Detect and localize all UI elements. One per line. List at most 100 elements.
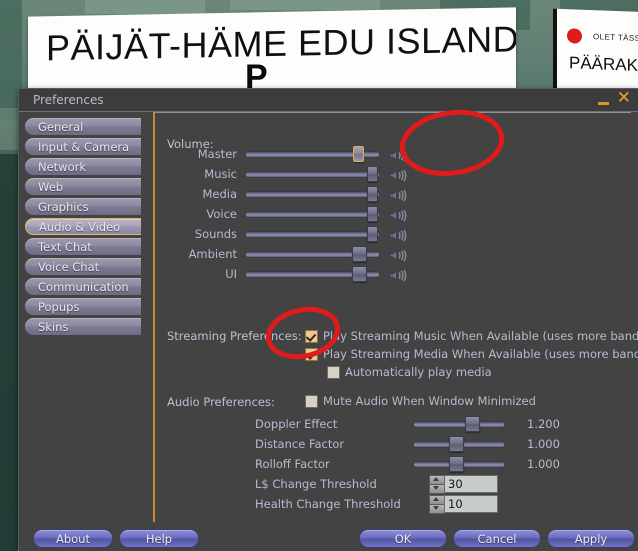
- sidebar-item-label: Text Chat: [38, 240, 92, 254]
- speaker-icon-ambient[interactable]: [389, 247, 407, 262]
- scene-path: [85, 0, 205, 14]
- speaker-icon-media[interactable]: [389, 187, 407, 202]
- audio-pref-value-1: 1.000: [527, 437, 560, 451]
- volume-label-ambient: Ambient: [188, 247, 237, 261]
- sidebar-item-skins[interactable]: Skins: [25, 318, 141, 335]
- sidebar-item-general[interactable]: General: [25, 118, 141, 135]
- volume-slider-media[interactable]: [245, 186, 380, 202]
- spinner-decrement-button[interactable]: [429, 484, 445, 494]
- window-footer: About Help OK Cancel Apply: [19, 523, 638, 551]
- scene-path: [0, 108, 20, 154]
- scene-path: [230, 0, 380, 10]
- close-icon[interactable]: ✕: [617, 90, 631, 107]
- spinner-decrement-button[interactable]: [429, 504, 445, 514]
- sidebar-item-label: Skins: [38, 320, 69, 334]
- you-are-here-label: OLET TÄSSÄ: [593, 32, 638, 44]
- slider-track: [413, 421, 505, 428]
- audio-pref-label-2: Rolloff Factor: [255, 457, 330, 471]
- cancel-button[interactable]: Cancel: [453, 529, 541, 548]
- speaker-icon-master[interactable]: [389, 147, 407, 162]
- spinner-input[interactable]: 30: [444, 475, 498, 493]
- apply-button[interactable]: Apply: [547, 529, 635, 548]
- volume-label-master: Master: [197, 147, 237, 161]
- slider-thumb[interactable]: [352, 246, 368, 262]
- audio-pref-slider-2[interactable]: [413, 456, 505, 472]
- slider-thumb[interactable]: [352, 266, 368, 282]
- audio-pref-slider-1[interactable]: [413, 436, 505, 452]
- streaming-option-0-label: Play Streaming Music When Available (use…: [323, 329, 638, 343]
- volume-label-media: Media: [202, 187, 237, 201]
- button-label: Help: [145, 532, 173, 546]
- slider-thumb[interactable]: [367, 166, 379, 182]
- slider-track: [245, 231, 380, 238]
- sidebar-item-text-chat[interactable]: Text Chat: [25, 238, 141, 255]
- speaker-icon-music[interactable]: [389, 167, 407, 182]
- volume-slider-voice[interactable]: [245, 206, 380, 222]
- mute-audio-when-minimized-checkbox[interactable]: [305, 395, 318, 408]
- streaming-section-label: Streaming Preferences:: [167, 329, 302, 343]
- slider-thumb[interactable]: [367, 206, 379, 222]
- building-name-label: PÄÄRAKEN: [569, 53, 638, 76]
- streaming-option-1-checkbox[interactable]: [305, 348, 318, 361]
- volume-label-voice: Voice: [206, 207, 237, 221]
- help-button[interactable]: Help: [119, 529, 199, 548]
- sidebar-item-voice-chat[interactable]: Voice Chat: [25, 258, 141, 275]
- speaker-icon-sounds[interactable]: [389, 227, 407, 242]
- sidebar-item-popups[interactable]: Popups: [25, 298, 141, 315]
- slider-thumb[interactable]: [367, 186, 379, 202]
- streaming-option-1-row[interactable]: Play Streaming Media When Available (use…: [305, 347, 638, 362]
- preferences-window: Preferences ✕ General Input & Camera Netwo…: [18, 88, 638, 551]
- slider-thumb[interactable]: [465, 416, 481, 432]
- button-label: About: [55, 532, 90, 546]
- sidebar-item-graphics[interactable]: Graphics: [25, 198, 141, 215]
- sidebar-item-communication[interactable]: Communication: [25, 278, 141, 295]
- island-name-sign-text: PÄIJÄT-HÄME EDU ISLAND: [46, 18, 516, 69]
- speaker-icon-voice[interactable]: [389, 207, 407, 222]
- slider-thumb[interactable]: [449, 436, 465, 452]
- audio-pref-value-0: 1.200: [527, 417, 560, 431]
- audio-video-panel: Volume: Master Music Media Voice Sounds Ambie…: [155, 112, 638, 524]
- sidebar-item-label: Audio & Video: [39, 220, 121, 234]
- sidebar-item-label: Input & Camera: [38, 140, 130, 154]
- spinner-0[interactable]: 30: [429, 475, 499, 494]
- volume-slider-ambient[interactable]: [245, 246, 380, 262]
- slider-thumb[interactable]: [367, 226, 379, 242]
- speaker-icon-ui[interactable]: [389, 267, 407, 282]
- slider-track: [245, 211, 380, 218]
- about-button[interactable]: About: [33, 529, 113, 548]
- sidebar-item-network[interactable]: Network: [25, 158, 141, 175]
- volume-label-sounds: Sounds: [194, 227, 237, 241]
- streaming-option-0-checkbox[interactable]: [305, 330, 318, 343]
- streaming-option-2-row[interactable]: Automatically play media: [327, 365, 638, 380]
- streaming-option-2-label: Automatically play media: [345, 365, 492, 379]
- volume-label-music: Music: [204, 167, 237, 181]
- slider-thumb[interactable]: [449, 456, 465, 472]
- sidebar-item-input-camera[interactable]: Input & Camera: [25, 138, 141, 155]
- audio-pref-label-0: Doppler Effect: [255, 417, 338, 431]
- volume-slider-music[interactable]: [245, 166, 380, 182]
- sidebar-item-web[interactable]: Web: [25, 178, 141, 195]
- streaming-option-2-checkbox[interactable]: [327, 366, 340, 379]
- spinner-value: 30: [448, 477, 463, 491]
- spinner-input[interactable]: 10: [444, 495, 498, 513]
- streaming-option-0-row[interactable]: Play Streaming Music When Available (use…: [305, 329, 638, 344]
- window-titlebar[interactable]: Preferences ✕: [19, 89, 638, 112]
- audio-pref-slider-0[interactable]: [413, 416, 505, 432]
- mute-audio-when-minimized-row[interactable]: Mute Audio When Window Minimized: [305, 394, 638, 409]
- location-marker-dot-icon: [567, 28, 582, 44]
- volume-slider-ui[interactable]: [245, 266, 380, 282]
- slider-thumb[interactable]: [353, 146, 365, 162]
- spinner-value: 10: [448, 497, 463, 511]
- button-label: OK: [394, 532, 412, 546]
- audio-pref-label-1: Distance Factor: [255, 437, 345, 451]
- sidebar-item-label: Web: [38, 180, 64, 194]
- sidebar-item-audio-video[interactable]: Audio & Video: [25, 218, 141, 235]
- minimize-icon[interactable]: [597, 101, 609, 105]
- you-are-here-sign: OLET TÄSSÄ PÄÄRAKEN: [553, 8, 638, 94]
- volume-slider-master[interactable]: [245, 146, 380, 162]
- volume-slider-sounds[interactable]: [245, 226, 380, 242]
- sidebar-item-label: Network: [38, 160, 87, 174]
- ok-button[interactable]: OK: [359, 529, 447, 548]
- spinner-1[interactable]: 10: [429, 495, 499, 514]
- window-body: General Input & Camera Network Web Graphics A…: [19, 112, 638, 524]
